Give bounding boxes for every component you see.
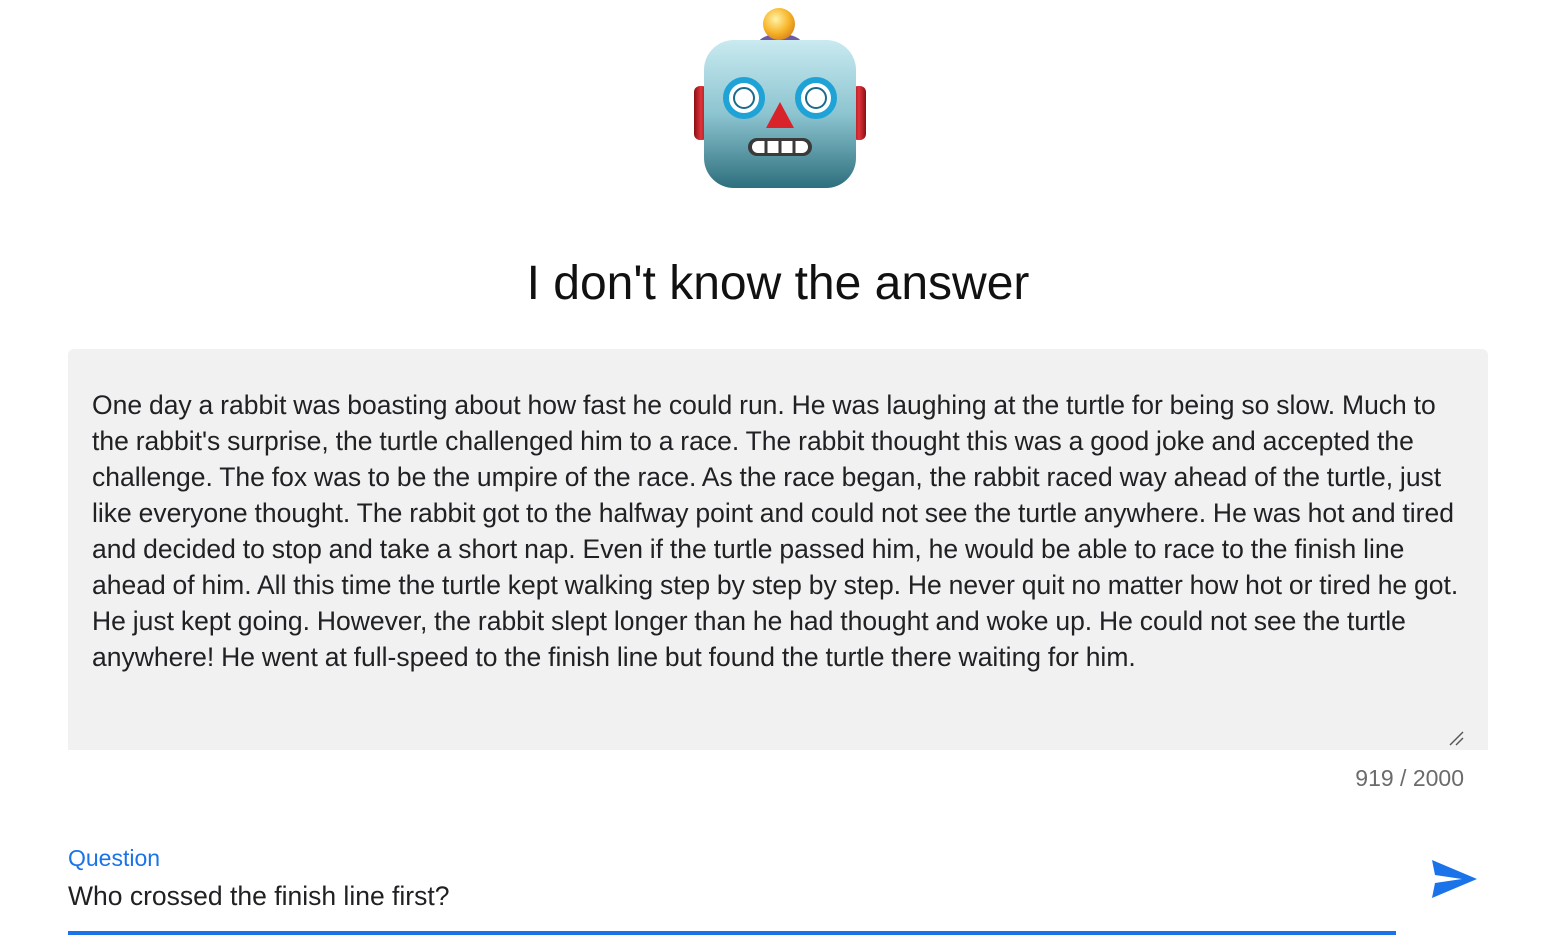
robot-face-icon [694,8,866,188]
question-input[interactable] [68,876,1396,916]
answer-heading: I don't know the answer [526,257,1030,310]
question-label: Question [68,845,161,871]
context-textarea[interactable]: One day a rabbit was boasting about how … [68,349,1488,750]
send-icon [1432,860,1477,898]
send-button[interactable] [1422,852,1482,906]
resize-handle-icon[interactable] [1448,730,1464,746]
qa-page: I don't know the answer One day a rabbit… [0,0,1564,950]
question-underline [68,931,1396,935]
context-text[interactable]: One day a rabbit was boasting about how … [92,387,1464,675]
character-counter: 919 / 2000 [1355,765,1464,791]
